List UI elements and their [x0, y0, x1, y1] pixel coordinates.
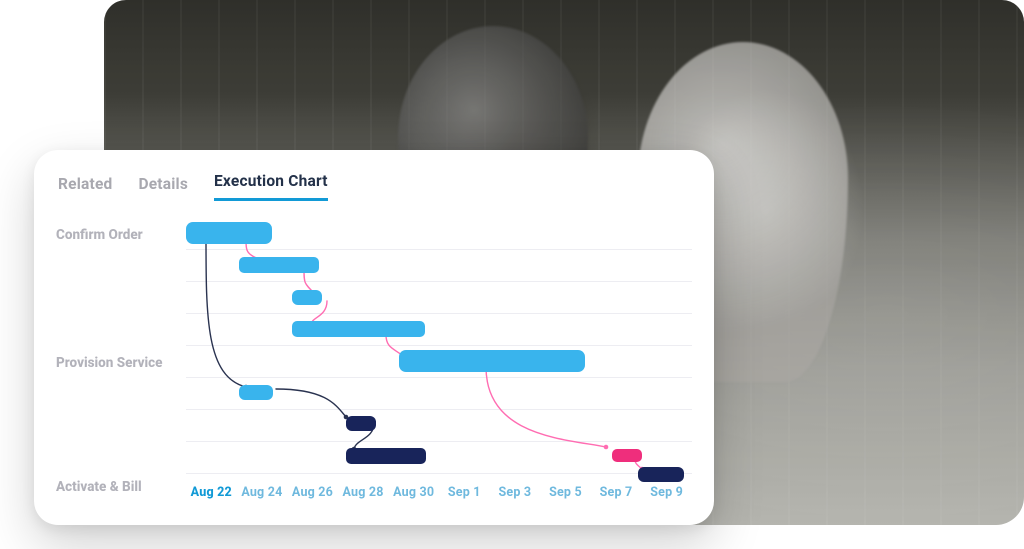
tick: Aug 24: [237, 485, 288, 500]
tick: Aug 28: [338, 485, 389, 500]
bar-m1[interactable]: [239, 385, 273, 400]
tick: Sep 9: [641, 485, 692, 500]
gantt-grid: [186, 217, 692, 479]
tick: Sep 3: [490, 485, 541, 500]
tick: Aug 22: [186, 485, 237, 500]
bar-t2[interactable]: [239, 257, 319, 273]
gantt-chart: Confirm Order . . . Provision Service . …: [56, 217, 692, 500]
row-label-confirm-order: Confirm Order: [56, 219, 186, 251]
tick: Sep 1: [439, 485, 490, 500]
tick: Aug 30: [388, 485, 439, 500]
tab-related[interactable]: Related: [58, 175, 112, 201]
tick: Sep 7: [591, 485, 642, 500]
bar-m3[interactable]: [346, 448, 426, 464]
execution-chart-card: Related Details Execution Chart Confirm …: [34, 150, 714, 525]
tick: Sep 5: [540, 485, 591, 500]
tab-execution-chart[interactable]: Execution Chart: [214, 172, 328, 201]
bar-ps1[interactable]: [399, 350, 585, 372]
bar-hp[interactable]: [612, 449, 642, 462]
bar-t4[interactable]: [292, 321, 425, 337]
row-labels: Confirm Order . . . Provision Service . …: [56, 217, 186, 479]
row-label-activate-bill: Activate & Bill: [56, 475, 186, 499]
bar-ab1[interactable]: [638, 467, 684, 482]
tab-details[interactable]: Details: [138, 175, 188, 201]
row-label-provision-service: Provision Service: [56, 347, 186, 379]
bar-m2[interactable]: [346, 416, 376, 431]
tabs: Related Details Execution Chart: [56, 168, 692, 211]
bar-t3[interactable]: [292, 290, 322, 305]
tick: Aug 26: [287, 485, 338, 500]
bar-co1[interactable]: [186, 222, 272, 244]
